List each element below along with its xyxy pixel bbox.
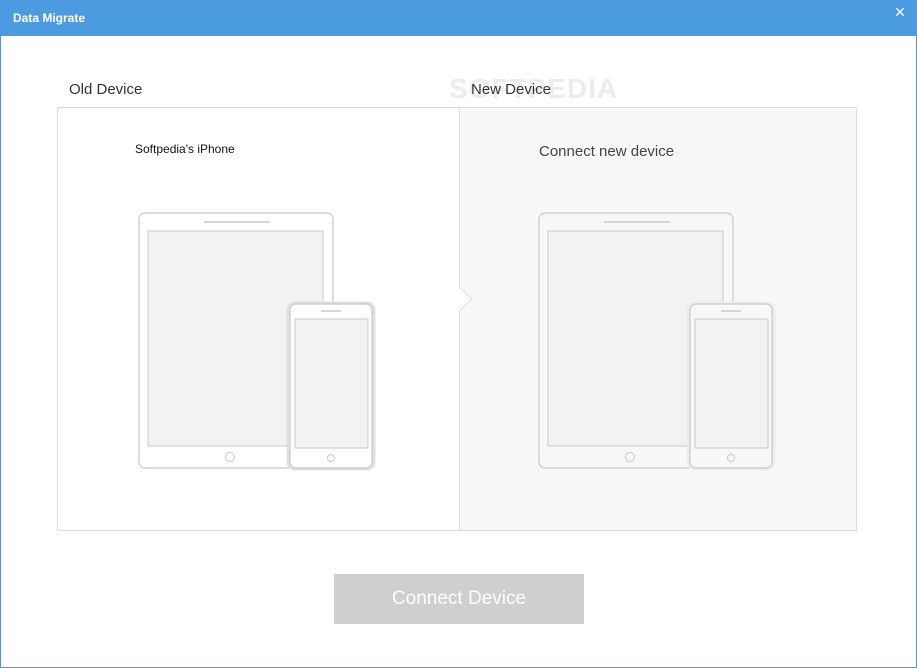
old-device-name: Softpedia's iPhone <box>135 142 235 156</box>
panel-arrow-icon <box>459 287 473 311</box>
connect-device-button[interactable]: Connect Device <box>334 574 584 624</box>
window-title: Data Migrate <box>13 11 86 25</box>
data-migrate-window: Data Migrate ✕ Old Device SOFTPEDIA New … <box>0 0 917 668</box>
new-device-illustration <box>538 212 776 471</box>
title-bar: Data Migrate ✕ <box>1 1 916 36</box>
close-icon[interactable]: ✕ <box>890 3 910 21</box>
new-device-label: New Device <box>471 81 552 98</box>
phone-icon <box>286 301 376 471</box>
old-device-label: Old Device <box>69 81 143 98</box>
phone-icon <box>686 301 776 471</box>
connect-new-device-text: Connect new device <box>539 143 675 160</box>
old-device-illustration <box>138 212 376 471</box>
